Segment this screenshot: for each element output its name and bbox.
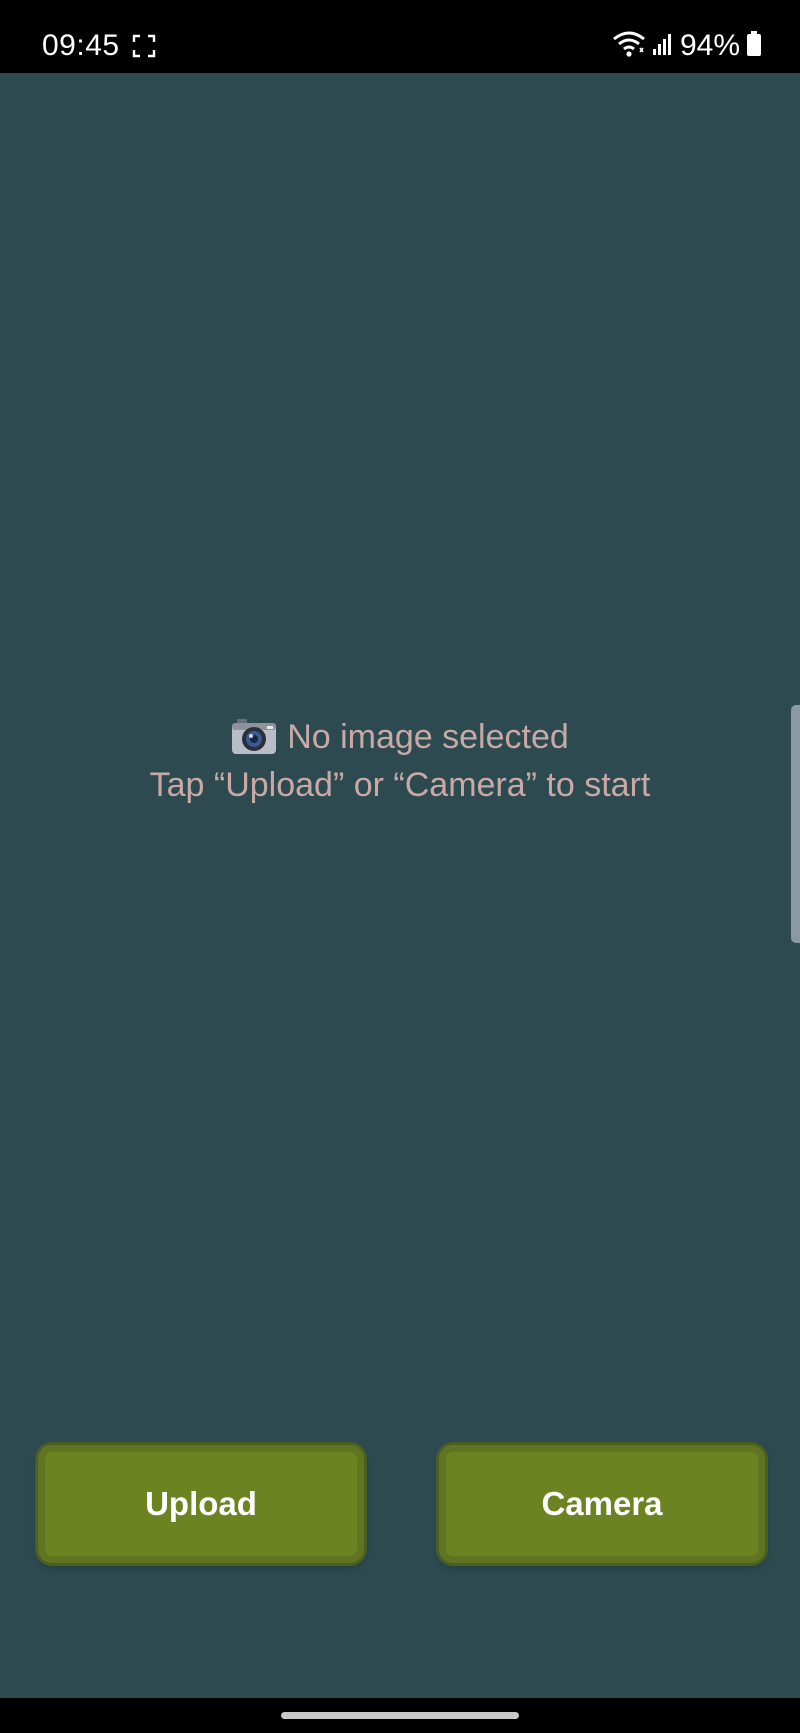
status-time: 09:45 — [42, 29, 120, 62]
battery-icon — [746, 30, 762, 62]
app-screen: 09:45 94% No image selected Tap “Upload”… — [0, 0, 800, 1733]
empty-state-hint: Tap “Upload” or “Camera” to start — [149, 766, 651, 804]
navigation-bar — [0, 1698, 800, 1733]
screen-capture-icon — [132, 34, 156, 58]
battery-percent: 94% — [679, 29, 740, 62]
camera-button[interactable]: Camera — [439, 1445, 765, 1563]
empty-state-title: No image selected — [287, 718, 569, 756]
status-right-group: 94% — [612, 26, 762, 66]
wifi-icon — [612, 30, 646, 63]
signal-icon — [652, 32, 674, 61]
status-bar: 09:45 94% — [0, 0, 800, 73]
scroll-handle[interactable] — [791, 705, 800, 943]
upload-button[interactable]: Upload — [38, 1445, 364, 1563]
empty-state-title-row: No image selected — [0, 713, 800, 761]
empty-state-message: No image selected Tap “Upload” or “Camer… — [0, 713, 800, 809]
camera-icon — [231, 718, 277, 756]
home-indicator[interactable] — [281, 1712, 519, 1719]
